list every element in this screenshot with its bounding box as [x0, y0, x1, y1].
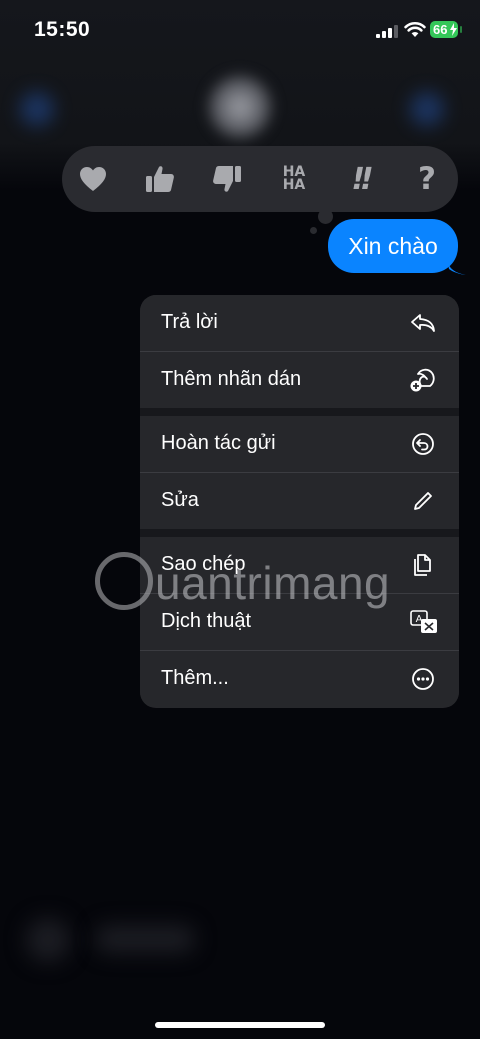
- tapback-tail-small: [310, 227, 317, 234]
- thumbs-up-icon: [146, 166, 174, 192]
- status-time: 15:50: [34, 18, 91, 41]
- blurred-input: [95, 925, 195, 953]
- menu-item-label: Trả lời: [161, 311, 218, 333]
- wifi-icon: [404, 22, 426, 37]
- blurred-avatar: [205, 72, 275, 142]
- menu-group-gap: [140, 408, 459, 416]
- reaction-bar: HA HA !! ?: [62, 146, 458, 212]
- heart-reaction-button[interactable]: [65, 146, 121, 212]
- context-menu: Trả lời Thêm nhãn dán Hoàn tác gửi Sửa S…: [140, 295, 459, 708]
- undo-send-icon: [412, 433, 434, 455]
- translate-icon: A: [410, 610, 437, 633]
- status-bar: 15:50 66: [0, 0, 480, 60]
- message-text: Xin chào: [348, 233, 438, 259]
- blurred-video-button: [410, 92, 444, 126]
- more-icon: [412, 668, 434, 690]
- heart-icon: [80, 167, 106, 191]
- exclamation-icon: !!: [351, 161, 373, 197]
- menu-item-label: Sửa: [161, 489, 199, 511]
- haha-reaction-button[interactable]: HA HA: [266, 146, 322, 212]
- battery-level: 66: [433, 22, 448, 37]
- lightbulb-icon: [95, 552, 153, 610]
- reply-icon: [411, 314, 435, 332]
- menu-item-add-sticker[interactable]: Thêm nhãn dán: [140, 352, 459, 408]
- battery-icon: 66: [430, 21, 462, 38]
- message-bubble[interactable]: Xin chào: [328, 219, 458, 273]
- question-reaction-button[interactable]: ?: [399, 146, 455, 212]
- question-icon: ?: [418, 161, 436, 197]
- menu-item-more[interactable]: Thêm...: [140, 651, 459, 707]
- menu-item-undo-send[interactable]: Hoàn tác gửi: [140, 416, 459, 472]
- blurred-back-button: [20, 92, 54, 126]
- home-indicator[interactable]: [155, 1022, 325, 1028]
- menu-group-gap: [140, 529, 459, 537]
- signal-icon: [376, 25, 398, 38]
- menu-item-label: Thêm...: [161, 667, 229, 689]
- pencil-icon: [414, 492, 432, 510]
- watermark: uantrimang: [95, 550, 395, 622]
- sticker-add-icon: [410, 368, 435, 392]
- thumbs-down-reaction-button[interactable]: [199, 146, 255, 212]
- menu-item-label: Thêm nhãn dán: [161, 368, 302, 390]
- thumbs-up-reaction-button[interactable]: [132, 146, 188, 212]
- copy-icon: [414, 554, 431, 576]
- blurred-plus-button: [26, 918, 70, 962]
- menu-item-label: Hoàn tác gửi: [161, 432, 276, 454]
- thumbs-down-icon: [213, 166, 241, 192]
- watermark-text: uantrimang: [155, 557, 391, 609]
- haha-label: HA HA: [282, 164, 306, 193]
- menu-item-reply[interactable]: Trả lời: [140, 295, 459, 351]
- menu-item-edit[interactable]: Sửa: [140, 473, 459, 529]
- exclamation-reaction-button[interactable]: !!: [332, 146, 388, 212]
- bubble-tail: [447, 258, 466, 275]
- haha-icon: HA HA: [277, 164, 311, 193]
